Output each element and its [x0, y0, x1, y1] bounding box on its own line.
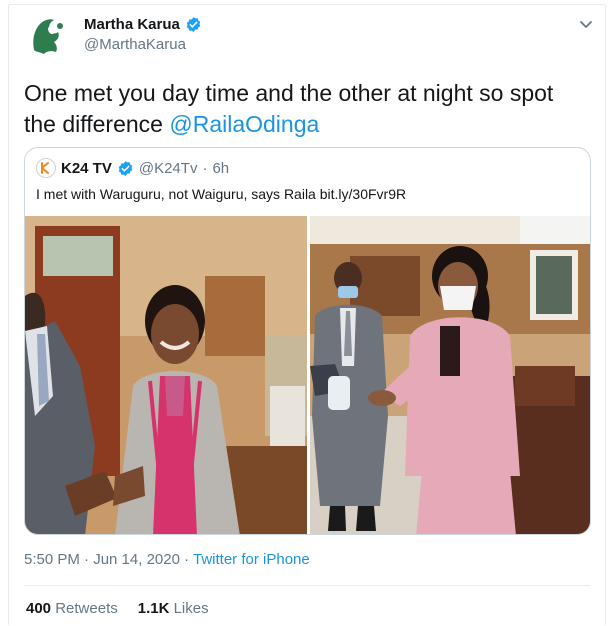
divider — [24, 585, 590, 586]
quoted-author-handle: @K24Tv — [138, 159, 198, 177]
author-handle[interactable]: @MarthaKarua — [84, 36, 202, 53]
tweet-stats: 400 Retweets 1.1K Likes — [26, 600, 209, 617]
tweet-meta: 5:50 PM · Jun 14, 2020 · Twitter for iPh… — [24, 551, 310, 568]
author-avatar[interactable] — [24, 10, 72, 58]
tweet-source-link[interactable]: Twitter for iPhone — [193, 551, 310, 568]
verified-badge-icon — [117, 160, 134, 177]
likes-label: Likes — [173, 600, 209, 617]
likes-stat[interactable]: 1.1K Likes — [138, 600, 209, 617]
likes-count: 1.1K — [137, 600, 170, 617]
quoted-tweet-header: K24 TV @K24Tv · 6h — [36, 158, 229, 178]
retweets-label: Retweets — [55, 600, 118, 617]
mention-link[interactable]: @RailaOdinga — [169, 111, 319, 137]
verified-badge-icon — [185, 16, 202, 33]
retweets-count: 400 — [26, 600, 52, 617]
quoted-author-name: K24 TV — [61, 159, 112, 177]
quoted-timestamp: 6h — [212, 159, 230, 177]
quoted-tweet[interactable]: K24 TV @K24Tv · 6h I met with Waruguru, … — [24, 147, 591, 535]
quoted-separator: · — [202, 159, 208, 177]
tweet-timestamp[interactable]: 5:50 PM · Jun 14, 2020 · — [24, 551, 193, 568]
k24-logo-icon — [36, 158, 56, 178]
author-name[interactable]: Martha Karua — [84, 16, 180, 33]
author-block[interactable]: Martha Karua @MarthaKarua — [84, 16, 202, 53]
retweets-stat[interactable]: 400 Retweets — [26, 600, 118, 617]
chevron-down-icon[interactable] — [578, 16, 594, 32]
quoted-photo-right[interactable] — [310, 216, 590, 534]
quoted-tweet-text: I met with Waruguru, not Waiguru, says R… — [36, 186, 407, 202]
quoted-photo-left[interactable] — [25, 216, 307, 534]
tweet-text: One met you day time and the other at ni… — [24, 78, 590, 140]
